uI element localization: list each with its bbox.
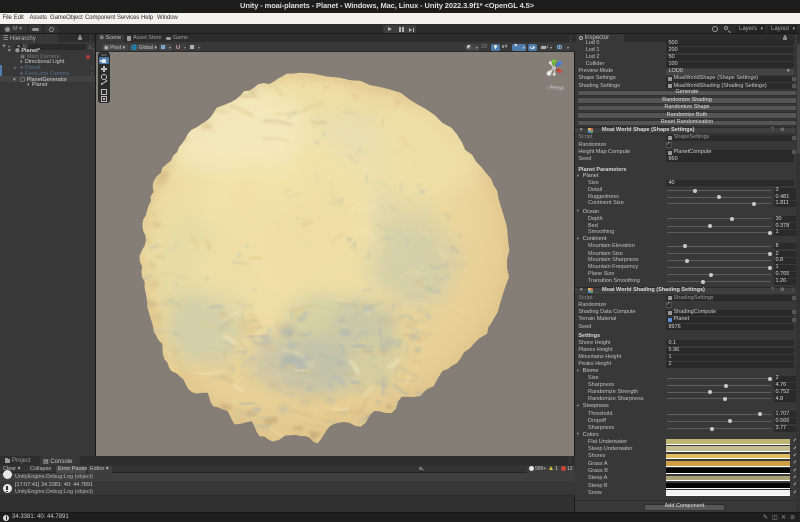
svg-text:‹ Persp: ‹ Persp <box>546 86 564 92</box>
